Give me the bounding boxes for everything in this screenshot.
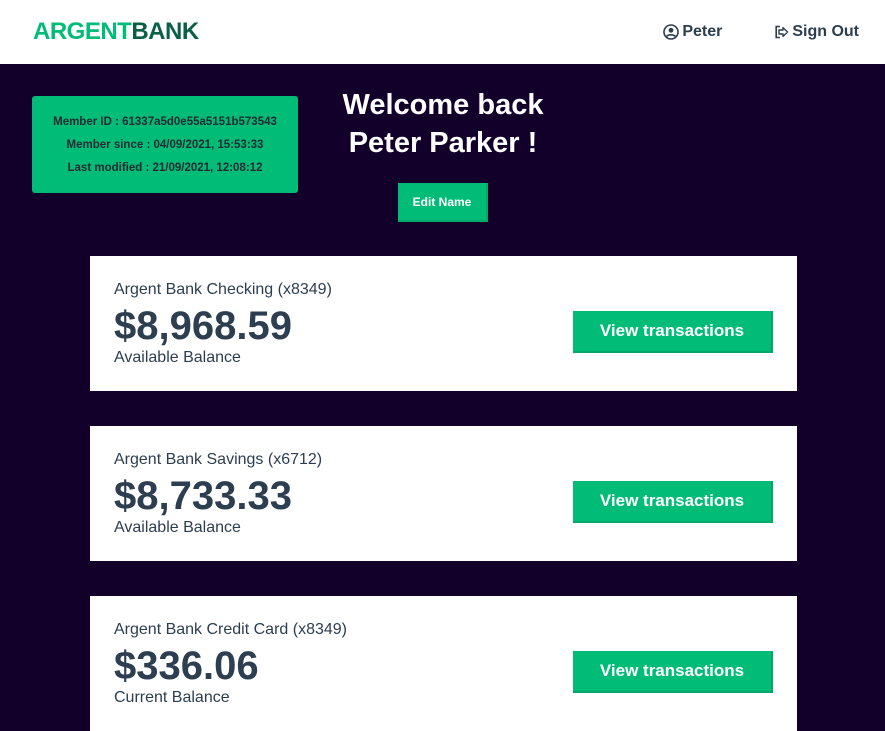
sign-out-link[interactable]: Sign Out: [774, 23, 859, 41]
view-transactions-button[interactable]: View transactions: [573, 311, 773, 353]
main-nav: ARGENT BANK Peter Sign Out: [0, 0, 885, 64]
member-id: Member ID : 61337a5d0e55a5151b573543: [53, 115, 277, 128]
member-info-box: Member ID : 61337a5d0e55a5151b573543 Mem…: [32, 96, 298, 193]
welcome-line2: Peter Parker !: [348, 127, 538, 159]
argent-bank-logo[interactable]: ARGENT BANK: [33, 18, 199, 46]
view-transactions-button[interactable]: View transactions: [573, 651, 773, 693]
welcome-line1: Welcome back: [342, 89, 544, 121]
view-transactions-button[interactable]: View transactions: [573, 481, 773, 523]
account-title: Argent Bank Credit Card (x8349): [114, 621, 347, 638]
user-profile-link[interactable]: Peter: [663, 23, 722, 41]
account-title: Argent Bank Checking (x8349): [114, 281, 332, 298]
nav-links: Peter Sign Out: [663, 23, 859, 41]
member-since: Member since : 04/09/2021, 15:53:33: [66, 138, 264, 151]
sign-out-icon: [775, 25, 789, 39]
logo-text-part2: BANK: [131, 18, 199, 45]
user-name-label: Peter: [682, 23, 723, 40]
edit-name-button[interactable]: Edit Name: [398, 183, 488, 222]
account-card: Argent Bank Checking (x8349) $8,968.59 A…: [90, 256, 797, 391]
account-title: Argent Bank Savings (x6712): [114, 451, 323, 468]
logo-text-part1: ARGENT: [33, 18, 132, 45]
account-card: Argent Bank Savings (x6712) $8,733.33 Av…: [90, 426, 797, 561]
last-modified: Last modified : 21/09/2021, 12:08:12: [67, 161, 263, 174]
user-circle-icon: [663, 24, 680, 40]
sign-out-label: Sign Out: [792, 23, 859, 40]
welcome-heading: Welcome back Peter Parker !: [300, 86, 586, 162]
